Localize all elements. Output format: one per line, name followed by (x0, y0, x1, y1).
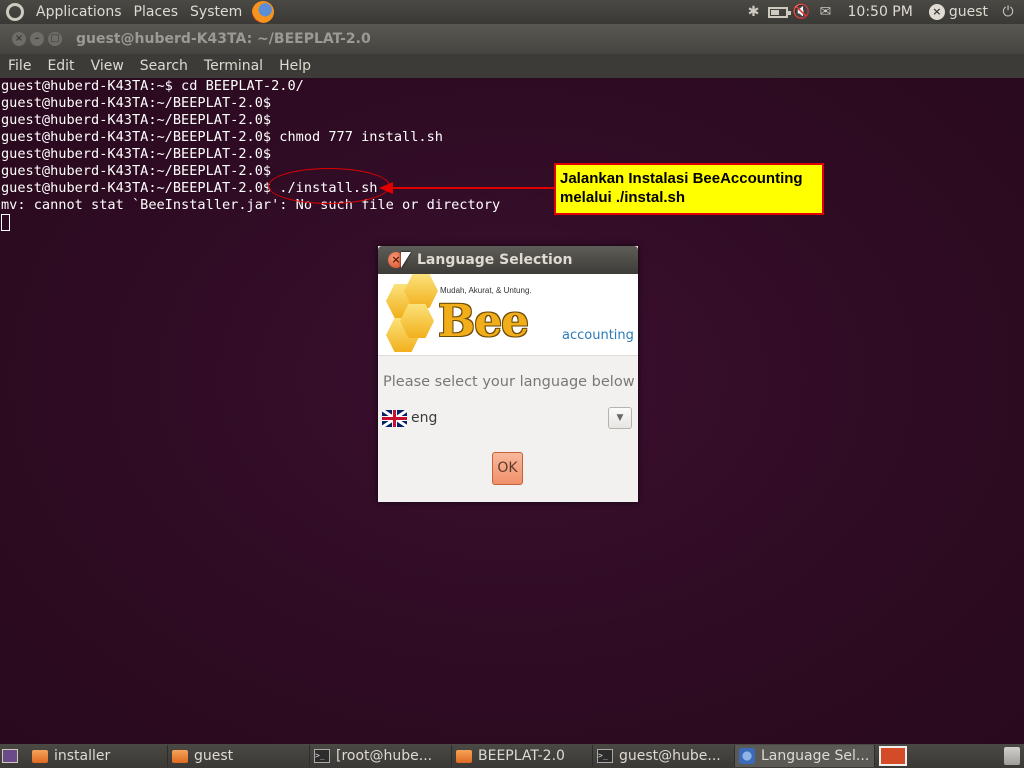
folder-icon (32, 749, 48, 763)
task-beeplat-folder[interactable]: BEEPLAT-2.0 (452, 745, 593, 767)
annotation-ellipse (268, 168, 390, 204)
user-name: guest (948, 4, 988, 20)
terminal-line: mv: cannot stat `BeeInstaller.jar': No s… (1, 197, 501, 213)
task-root-terminal[interactable]: >_ [root@hube... (310, 745, 452, 767)
menu-applications[interactable]: Applications (30, 0, 128, 24)
language-dropdown[interactable]: eng ▼ (382, 406, 634, 430)
top-panel: Applications Places System ✱ 🔇 ✉ 10:50 P… (0, 0, 1024, 24)
dialog-titlebar[interactable]: × Language Selection (378, 246, 638, 274)
annotation-callout: Jalankan Instalasi BeeAccounting melalui… (554, 163, 824, 215)
menu-edit[interactable]: Edit (39, 58, 82, 74)
maximize-window-icon[interactable]: □ (48, 32, 62, 46)
task-guest-terminal[interactable]: >_ guest@hube... (593, 745, 735, 767)
terminal-line: guest@huberd-K43TA:~$ cd BEEPLAT-2.0/ (1, 78, 304, 94)
home-folder-icon (172, 749, 188, 763)
ubuntu-logo-icon[interactable] (6, 3, 24, 21)
java-app-icon (739, 748, 755, 764)
menu-system[interactable]: System (184, 0, 248, 24)
menu-places[interactable]: Places (128, 0, 185, 24)
language-selection-dialog: × Language Selection Mudah, Akurat, & Un… (378, 246, 638, 502)
user-menu[interactable]: × guest (923, 4, 996, 20)
show-desktop-icon[interactable] (2, 749, 18, 763)
task-label: Language Sel... (761, 748, 870, 764)
system-tray: ✱ 🔇 ✉ 10:50 PM × guest ⏻ (742, 0, 1024, 24)
task-label: guest@hube... (619, 748, 721, 764)
power-icon[interactable]: ⏻ (996, 0, 1020, 24)
annotation-line-2: melalui ./instal.sh (560, 189, 686, 206)
terminal-line: guest@huberd-K43TA:~/BEEPLAT-2.0$ (1, 95, 272, 111)
menu-terminal[interactable]: Terminal (196, 58, 271, 74)
terminal-icon: >_ (597, 749, 613, 763)
terminal-line: guest@huberd-K43TA:~/BEEPLAT-2.0$ (1, 146, 272, 162)
user-status-icon: × (928, 4, 945, 20)
bottom-taskbar: installer guest >_ [root@hube... BEEPLAT… (0, 744, 1024, 768)
menu-help[interactable]: Help (271, 58, 319, 74)
task-language-selection[interactable]: Language Sel... (735, 745, 875, 767)
mail-icon[interactable]: ✉ (814, 0, 838, 24)
bee-accounting-logo: Mudah, Akurat, & Untung. Bee accounting (378, 274, 638, 356)
mouse-pointer-icon (401, 252, 411, 268)
battery-icon[interactable] (766, 0, 791, 24)
trash-icon[interactable] (1004, 747, 1020, 765)
annotation-arrow (392, 187, 554, 189)
terminal-icon: >_ (314, 749, 330, 763)
close-window-icon[interactable]: × (12, 32, 26, 46)
annotation-arrow-head (379, 182, 393, 194)
terminal-menubar: File Edit View Search Terminal Help (0, 54, 1024, 78)
uk-flag-icon (382, 409, 407, 427)
logo-tagline: Mudah, Akurat, & Untung. (440, 286, 532, 295)
selected-language: eng (411, 410, 438, 426)
chevron-down-icon[interactable]: ▼ (608, 407, 632, 429)
logo-subtitle: accounting (562, 328, 634, 343)
firefox-launcher-icon[interactable] (252, 1, 275, 23)
bluetooth-icon[interactable]: ✱ (742, 0, 766, 24)
folder-icon (456, 749, 472, 763)
dialog-title: Language Selection (417, 252, 573, 268)
task-label: guest (194, 748, 234, 764)
clock[interactable]: 10:50 PM (838, 4, 923, 20)
terminal-titlebar[interactable]: × – □ guest@huberd-K43TA: ~/BEEPLAT-2.0 (0, 24, 1024, 54)
annotation-line-1: Jalankan Instalasi BeeAccounting (560, 170, 803, 187)
terminal-cursor (1, 214, 10, 231)
terminal-line: guest@huberd-K43TA:~/BEEPLAT-2.0$ (1, 163, 272, 179)
terminal-line: guest@huberd-K43TA:~/BEEPLAT-2.0$ (1, 112, 272, 128)
task-label: installer (54, 748, 111, 764)
logo-word: Bee (438, 296, 529, 347)
language-prompt: Please select your language below (383, 374, 635, 390)
task-label: BEEPLAT-2.0 (478, 748, 565, 764)
minimize-window-icon[interactable]: – (30, 32, 44, 46)
workspace-switcher-icon[interactable] (879, 746, 907, 766)
ok-button[interactable]: OK (492, 452, 523, 485)
volume-muted-icon[interactable]: 🔇 (790, 0, 814, 24)
menu-view[interactable]: View (83, 58, 132, 74)
task-installer[interactable]: installer (28, 745, 168, 767)
task-label: [root@hube... (336, 748, 433, 764)
menu-file[interactable]: File (0, 58, 39, 74)
menu-search[interactable]: Search (132, 58, 196, 74)
terminal-line: guest@huberd-K43TA:~/BEEPLAT-2.0$ chmod … (1, 129, 443, 145)
task-guest[interactable]: guest (168, 745, 310, 767)
terminal-window-title: guest@huberd-K43TA: ~/BEEPLAT-2.0 (76, 31, 371, 47)
